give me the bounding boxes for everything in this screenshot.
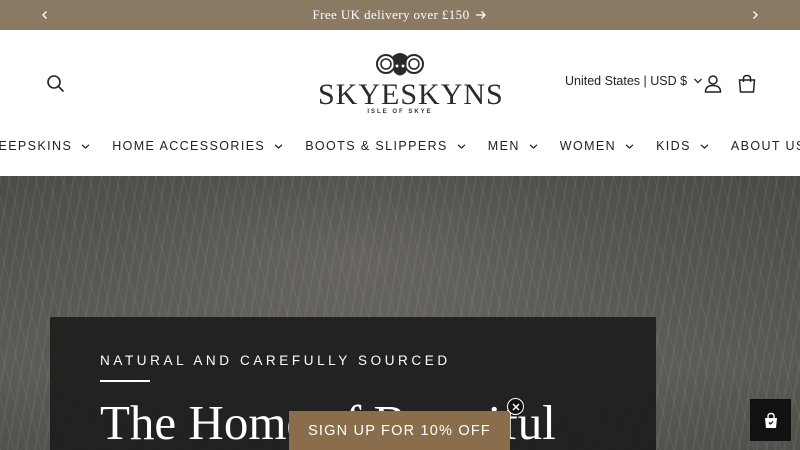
- user-icon: [704, 75, 722, 93]
- nav-item-label: SHEEPSKINS: [0, 139, 73, 153]
- ram-head-logo-icon: [376, 53, 424, 76]
- announcement-bar: Free UK delivery over £150: [0, 0, 800, 30]
- announcement-text: Free UK delivery over £150: [312, 7, 470, 22]
- nav-item-boots-slippers[interactable]: BOOTS & SLIPPERS: [305, 139, 466, 153]
- search-button[interactable]: [44, 72, 68, 96]
- nav-item-kids[interactable]: KIDS: [656, 139, 709, 153]
- search-icon: [47, 75, 65, 93]
- logo-subtext: ISLE OF SKYE: [367, 109, 433, 115]
- hero-eyebrow: NATURAL AND CAREFULLY SOURCED: [100, 353, 451, 368]
- shopping-bag-icon: [738, 74, 756, 93]
- shopping-bag-icon: [764, 412, 777, 428]
- nav-item-label: HOME ACCESSORIES: [112, 139, 266, 153]
- hero-banner: NATURAL AND CAREFULLY SOURCED The Home o…: [0, 176, 800, 450]
- chevron-down-icon: [274, 143, 283, 149]
- chevron-down-icon: [457, 143, 466, 149]
- chevron-down-icon: [529, 143, 538, 149]
- site-header: SKYESKYNS ISLE OF SKYE United States | U…: [0, 30, 800, 176]
- chevron-down-icon: [700, 143, 709, 149]
- nav-item-women[interactable]: WOMEN: [560, 139, 634, 153]
- site-logo[interactable]: SKYESKYNS ISLE OF SKYE: [318, 50, 504, 120]
- close-icon: [511, 402, 520, 411]
- chevron-left-icon: [42, 11, 47, 19]
- chevron-down-icon: [81, 143, 90, 149]
- chevron-down-icon: [625, 143, 634, 149]
- nav-item-about-us[interactable]: ABOUT US: [731, 139, 800, 153]
- account-button[interactable]: [702, 73, 724, 95]
- hero-divider: [100, 380, 150, 382]
- signup-discount-button[interactable]: SIGN UP FOR 10% OFF: [289, 411, 510, 450]
- locale-label: United States | USD $: [565, 74, 688, 88]
- nav-item-home-accessories[interactable]: HOME ACCESSORIES: [112, 139, 283, 153]
- floating-cart-button[interactable]: [749, 398, 792, 442]
- cart-button[interactable]: [736, 73, 758, 95]
- nav-item-sheepskins[interactable]: SHEEPSKINS: [0, 139, 90, 153]
- logo-wordmark: SKYESKYNS: [318, 78, 504, 111]
- announcement-message[interactable]: Free UK delivery over £150: [313, 7, 488, 23]
- announcement-prev-button[interactable]: [30, 0, 60, 30]
- announcement-next-button[interactable]: [740, 0, 770, 30]
- nav-item-label: MEN: [487, 139, 520, 153]
- nav-item-label: BOOTS & SLIPPERS: [305, 139, 448, 153]
- nav-item-label: ABOUT US: [730, 139, 800, 153]
- signup-close-button[interactable]: [507, 398, 524, 415]
- country-currency-selector[interactable]: United States | USD $: [565, 74, 703, 88]
- nav-item-label: KIDS: [656, 139, 691, 153]
- signup-label: SIGN UP FOR 10% OFF: [308, 422, 491, 439]
- main-navigation: SHEEPSKINS HOME ACCESSORIES BOOTS & SLIP…: [0, 136, 800, 156]
- nav-item-men[interactable]: MEN: [488, 139, 538, 153]
- chevron-right-icon: [753, 11, 758, 19]
- nav-item-label: WOMEN: [559, 139, 617, 153]
- arrow-right-icon: [476, 11, 487, 19]
